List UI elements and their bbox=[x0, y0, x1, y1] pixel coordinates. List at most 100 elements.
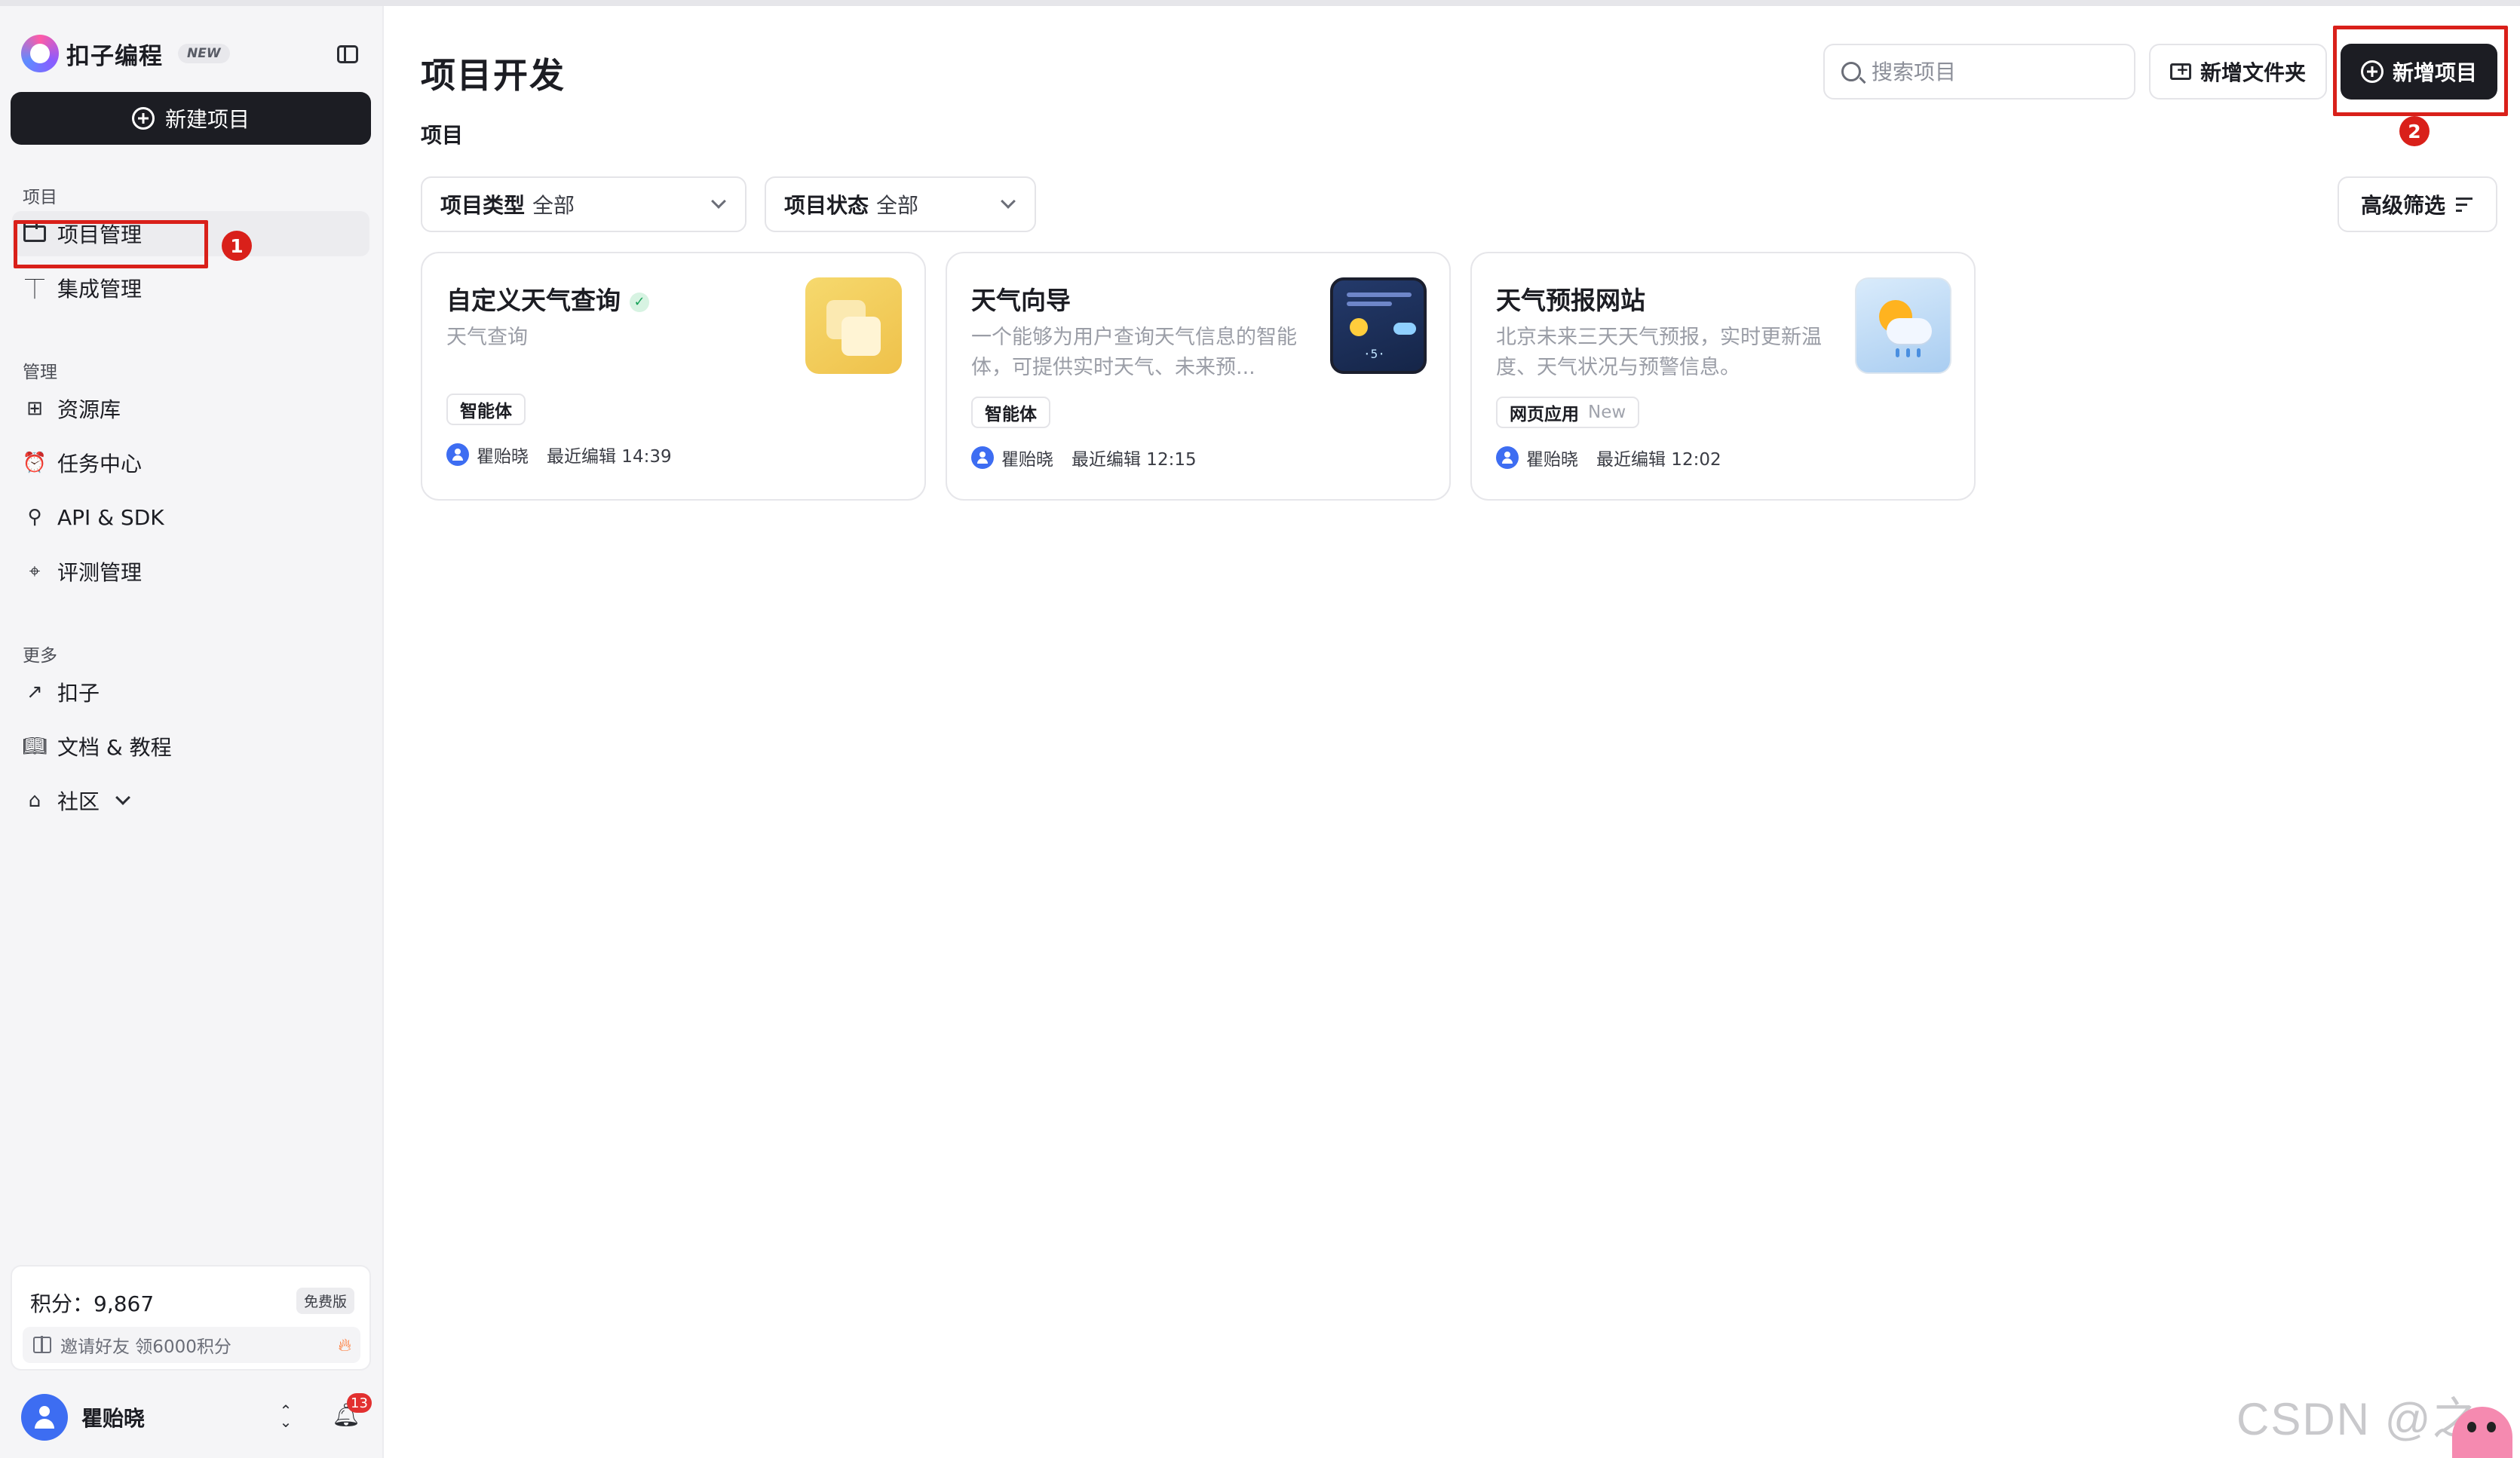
invite-friends-link[interactable]: 邀请好友 领6000积分 🔥︎ bbox=[23, 1327, 360, 1363]
sidebar-item-label: 任务中心 bbox=[57, 452, 143, 476]
card-edited-time: 最近编辑 12:02 bbox=[1596, 450, 1721, 470]
card-tags: 智能体 bbox=[971, 397, 1050, 428]
sort-icon bbox=[2456, 196, 2474, 213]
search-box[interactable] bbox=[1823, 44, 2135, 100]
chevron-up-down-icon[interactable]: ⌃ ⌄ bbox=[277, 1403, 294, 1429]
sidebar-item-api-sdk[interactable]: ⚲ API & SDK bbox=[12, 495, 369, 540]
filter-label: 项目类型 bbox=[440, 193, 526, 218]
avatar bbox=[21, 1394, 68, 1441]
plus-circle-icon bbox=[131, 107, 155, 130]
window-top-border bbox=[0, 0, 2520, 6]
gift-icon bbox=[33, 1336, 51, 1353]
sidebar-item-docs[interactable]: 📖︎ 文档 & 教程 bbox=[12, 724, 369, 769]
sidebar-item-label: 文档 & 教程 bbox=[57, 735, 172, 760]
sidebar-item-community[interactable]: ⌂ 社区 bbox=[12, 778, 369, 823]
project-type-tag: 智能体 bbox=[446, 394, 526, 425]
arrow-up-right-icon: ↗ bbox=[26, 681, 43, 703]
invite-text: 邀请好友 领6000积分 bbox=[60, 1337, 231, 1357]
card-description: 一个能够为用户查询天气信息的智能体，可提供实时天气、未来预... bbox=[971, 326, 1297, 379]
sidebar-item-label: API & SDK bbox=[57, 504, 164, 530]
project-thumbnail-yellow-squares bbox=[805, 277, 902, 374]
filter-value: 全部 bbox=[532, 193, 575, 218]
points-balance: 积分：9,867 bbox=[30, 1291, 155, 1316]
sidebar-item-evaluation[interactable]: ⌖ 评测管理 bbox=[12, 549, 369, 594]
search-icon bbox=[1841, 62, 1861, 81]
sidebar: 扣子编程 NEW 新建项目 项目 项目管理 ⏉ 集成管理 管理 ⊞ 资源库 ⏰ … bbox=[0, 6, 384, 1458]
library-icon: ⊞ bbox=[26, 397, 43, 420]
annotation-box-1 bbox=[14, 220, 208, 268]
project-card[interactable]: 天气预报网站 北京未来三天天气预报，实时更新温度、天气状况与预警信息。 网页应用… bbox=[1470, 252, 1976, 501]
logo-icon bbox=[21, 35, 59, 72]
filter-project-type[interactable]: 项目类型 全部 bbox=[421, 176, 746, 232]
brand-name: 扣子编程 bbox=[66, 42, 163, 70]
api-icon: ⚲ bbox=[27, 506, 42, 528]
annotation-marker-1: 1 bbox=[222, 231, 252, 261]
book-icon: 📖︎ bbox=[22, 735, 48, 758]
sidebar-item-kouzi[interactable]: ↗ 扣子 bbox=[12, 669, 369, 715]
app-window: 扣子编程 NEW 新建项目 项目 项目管理 ⏉ 集成管理 管理 ⊞ 资源库 ⏰ … bbox=[0, 0, 2520, 1458]
tag-label: 网页应用 bbox=[1510, 405, 1579, 424]
sidebar-item-label: 评测管理 bbox=[57, 560, 143, 585]
avatar bbox=[971, 446, 994, 469]
section-label-more: 更多 bbox=[23, 646, 57, 666]
tag-label: 智能体 bbox=[985, 405, 1037, 424]
sidebar-item-label: 集成管理 bbox=[57, 277, 143, 302]
sidebar-item-task-center[interactable]: ⏰ 任务中心 bbox=[12, 440, 369, 485]
tag-label: 智能体 bbox=[460, 402, 512, 421]
plug-icon: ⏉ bbox=[24, 278, 44, 302]
telescope-icon: ⌖ bbox=[29, 559, 41, 583]
card-author: 瞿贻晓 bbox=[477, 447, 529, 467]
store-icon: ⌂ bbox=[28, 789, 41, 812]
sidebar-collapse-icon[interactable] bbox=[337, 45, 358, 63]
filter-value: 全部 bbox=[876, 193, 919, 218]
card-description: 北京未来三天天气预报，实时更新温度、天气状况与预警信息。 bbox=[1496, 326, 1822, 379]
search-input[interactable] bbox=[1872, 59, 2113, 84]
brand-logo[interactable]: 扣子编程 NEW bbox=[21, 35, 230, 72]
card-title: 自定义天气查询 bbox=[446, 286, 621, 315]
card-title: 天气向导 bbox=[971, 286, 1071, 315]
filter-project-status[interactable]: 项目状态 全部 bbox=[765, 176, 1036, 232]
notification-count-badge: 13 bbox=[347, 1393, 372, 1413]
chevron-down-icon bbox=[711, 194, 726, 209]
card-title-row: 自定义天气查询 ✓ bbox=[446, 280, 649, 317]
points-card: 积分：9,867 免费版 邀请好友 领6000积分 🔥︎ bbox=[11, 1265, 371, 1371]
new-folder-label: 新增文件夹 bbox=[2200, 60, 2306, 85]
main-content: 项目开发 项目 新增文件夹 新增项目 2 项目类型 全部 项目状态 全部 高级筛… bbox=[385, 6, 2520, 1458]
plan-badge: 免费版 bbox=[296, 1288, 354, 1314]
new-project-button[interactable]: 新建项目 bbox=[11, 92, 371, 145]
sidebar-item-library[interactable]: ⊞ 资源库 bbox=[12, 386, 369, 431]
project-type-tag: 智能体 bbox=[971, 397, 1050, 428]
verified-check-icon: ✓ bbox=[630, 292, 649, 312]
project-thumbnail-sun-cloud-rain bbox=[1855, 277, 1951, 374]
page-title: 项目开发 bbox=[421, 55, 566, 96]
advanced-filter-button[interactable]: 高级筛选 bbox=[2338, 176, 2497, 232]
new-badge: NEW bbox=[178, 44, 230, 63]
project-card[interactable]: 自定义天气查询 ✓ 天气查询 智能体 瞿贻晓 最近编辑 14:39 bbox=[421, 252, 926, 501]
card-tags: 网页应用 New bbox=[1496, 397, 1640, 428]
tag-new-label: New bbox=[1588, 403, 1626, 422]
sidebar-item-label: 社区 bbox=[57, 789, 100, 814]
sidebar-item-integration[interactable]: ⏉ 集成管理 bbox=[12, 265, 369, 311]
filter-label: 项目状态 bbox=[784, 193, 869, 218]
card-author: 瞿贻晓 bbox=[1001, 450, 1053, 470]
project-type-tag: 网页应用 New bbox=[1496, 397, 1640, 428]
section-label-project: 项目 bbox=[23, 188, 57, 207]
card-edited-time: 最近编辑 12:15 bbox=[1071, 450, 1197, 470]
advanced-filter-label: 高级筛选 bbox=[2360, 193, 2445, 218]
card-title: 天气预报网站 bbox=[1496, 286, 1645, 315]
card-meta: 瞿贻晓 最近编辑 12:02 bbox=[1496, 445, 1721, 470]
chevron-down-icon bbox=[1001, 194, 1016, 209]
user-name: 瞿贻晓 bbox=[81, 1406, 146, 1431]
card-description: 天气查询 bbox=[446, 326, 528, 349]
user-profile[interactable]: 瞿贻晓 ⌃ ⌄ 🔔︎ 13 bbox=[21, 1393, 372, 1441]
new-project-label: 新建项目 bbox=[164, 107, 250, 132]
project-card[interactable]: 天气向导 一个能够为用户查询天气信息的智能体，可提供实时天气、未来预... ·5… bbox=[946, 252, 1451, 501]
page-subtitle: 项目 bbox=[421, 123, 464, 148]
sidebar-item-label: 资源库 bbox=[57, 397, 121, 422]
new-folder-button[interactable]: 新增文件夹 bbox=[2149, 44, 2327, 100]
chevron-down-icon bbox=[115, 790, 130, 805]
avatar bbox=[446, 443, 469, 466]
annotation-box-2 bbox=[2333, 26, 2508, 116]
annotation-marker-2: 2 bbox=[2399, 116, 2430, 146]
card-author: 瞿贻晓 bbox=[1526, 450, 1578, 470]
